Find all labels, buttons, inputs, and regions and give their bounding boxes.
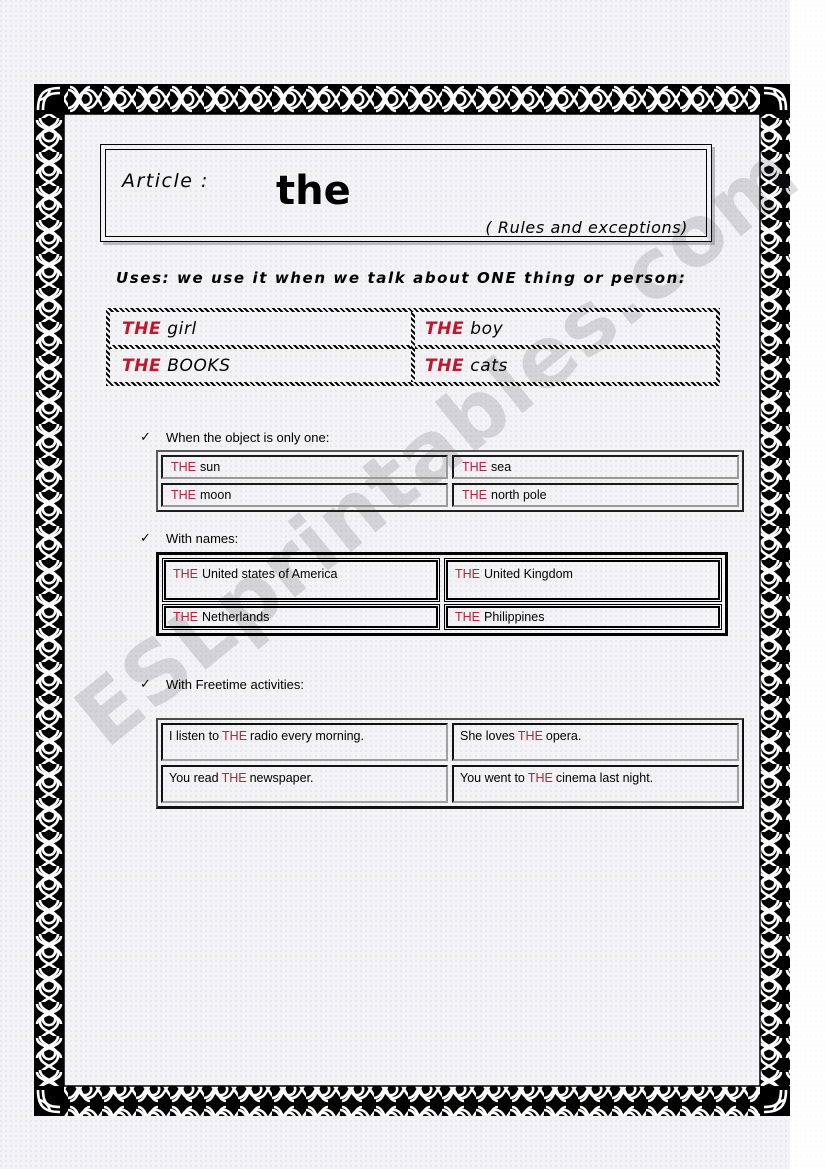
page-right-margin (790, 0, 826, 1169)
table-cell: I listen to THE radio every morning. (161, 723, 448, 761)
the-keyword: THE (527, 771, 553, 785)
article-label: Article : (122, 170, 209, 192)
the-keyword: THE (455, 567, 480, 581)
section-label-text: With names: (166, 531, 239, 546)
example-word: Philippines (484, 610, 545, 624)
example-word: girl (167, 318, 197, 339)
example-word: sun (200, 460, 221, 474)
table-only-one: THE sun THE sea THE moon THE north pole (156, 450, 744, 512)
table-row: THE United states of America THE United … (162, 558, 722, 602)
worksheet-content: Article : the ( Rules and exceptions) Us… (62, 112, 762, 1088)
page-title: the (276, 168, 351, 214)
example-word: boy (470, 318, 504, 339)
table-cell: THE United Kingdom (444, 558, 722, 602)
table-cell: THE girl (110, 312, 413, 345)
title-subtitle: ( Rules and exceptions) (485, 218, 688, 237)
table-cell: She loves THE opera. (452, 723, 739, 761)
the-keyword: THE (171, 460, 196, 474)
sentence-before: I listen to (169, 729, 220, 743)
section-heading-with-names: ✓ With names: (140, 531, 238, 546)
example-word: United states of America (202, 567, 338, 581)
uses-statement: Uses: we use it when we talk about ONE t… (116, 269, 687, 287)
table-cell: THE north pole (452, 483, 739, 507)
example-word: north pole (491, 488, 547, 502)
table-row: You read THE newspaper. You went to THE … (161, 765, 739, 803)
example-word: sea (491, 460, 512, 474)
the-keyword: THE (171, 488, 196, 502)
the-keyword: THE (122, 355, 162, 376)
the-keyword: THE (173, 567, 198, 581)
example-word: moon (200, 488, 232, 502)
sentence-after: radio every morning. (250, 729, 364, 743)
sentence-after: newspaper. (249, 771, 314, 785)
the-keyword: THE (425, 355, 465, 376)
examples-table-column-divider (411, 312, 415, 382)
table-cell: THE Philippines (444, 604, 722, 630)
title-box: Article : the ( Rules and exceptions) (100, 144, 712, 242)
table-row: THE sun THE sea (161, 455, 739, 479)
the-keyword: THE (122, 318, 162, 339)
table-cell: THE boy (413, 312, 716, 345)
check-icon: ✓ (140, 531, 151, 546)
the-keyword: THE (462, 488, 487, 502)
sentence-before: You read (169, 771, 219, 785)
sentence-after: opera. (545, 729, 582, 743)
table-cell: THE moon (161, 483, 448, 507)
table-cell: THE United states of America (162, 558, 440, 602)
the-keyword: THE (455, 610, 480, 624)
table-row: I listen to THE radio every morning. She… (161, 723, 739, 761)
table-cell: You went to THE cinema last night. (452, 765, 739, 803)
example-word: cats (470, 355, 508, 376)
table-cell: THE sea (452, 455, 739, 479)
example-word: United Kingdom (484, 567, 573, 581)
section-heading-only-one: ✓ When the object is only one: (140, 430, 329, 445)
the-keyword: THE (221, 771, 247, 785)
section-heading-freetime: ✓ With Freetime activities: (140, 677, 304, 692)
table-cell: You read THE newspaper. (161, 765, 448, 803)
check-icon: ✓ (140, 677, 151, 692)
examples-table: THE girl THE boy THE BOOKS THE cats (106, 308, 720, 386)
the-keyword: THE (462, 460, 487, 474)
section-label-text: With Freetime activities: (166, 677, 304, 692)
table-with-names: THE United states of America THE United … (156, 552, 728, 636)
table-cell: THE sun (161, 455, 448, 479)
sentence-after: cinema last night. (555, 771, 654, 785)
example-word: BOOKS (167, 355, 231, 376)
table-cell: THE cats (413, 349, 716, 382)
title-box-inner-border: Article : the ( Rules and exceptions) (105, 149, 707, 237)
the-keyword: THE (222, 729, 248, 743)
sentence-before: You went to (460, 771, 525, 785)
table-row: THE moon THE north pole (161, 483, 739, 507)
table-cell: THE Netherlands (162, 604, 440, 630)
the-keyword: THE (425, 318, 465, 339)
check-icon: ✓ (140, 430, 151, 445)
the-keyword: THE (173, 610, 198, 624)
table-cell: THE BOOKS (110, 349, 413, 382)
section-label-text: When the object is only one: (166, 430, 330, 445)
sentence-before: She loves (460, 729, 515, 743)
table-row: THE Netherlands THE Philippines (162, 604, 722, 630)
the-keyword: THE (517, 729, 543, 743)
example-word: Netherlands (202, 610, 270, 624)
table-freetime: I listen to THE radio every morning. She… (156, 718, 744, 809)
